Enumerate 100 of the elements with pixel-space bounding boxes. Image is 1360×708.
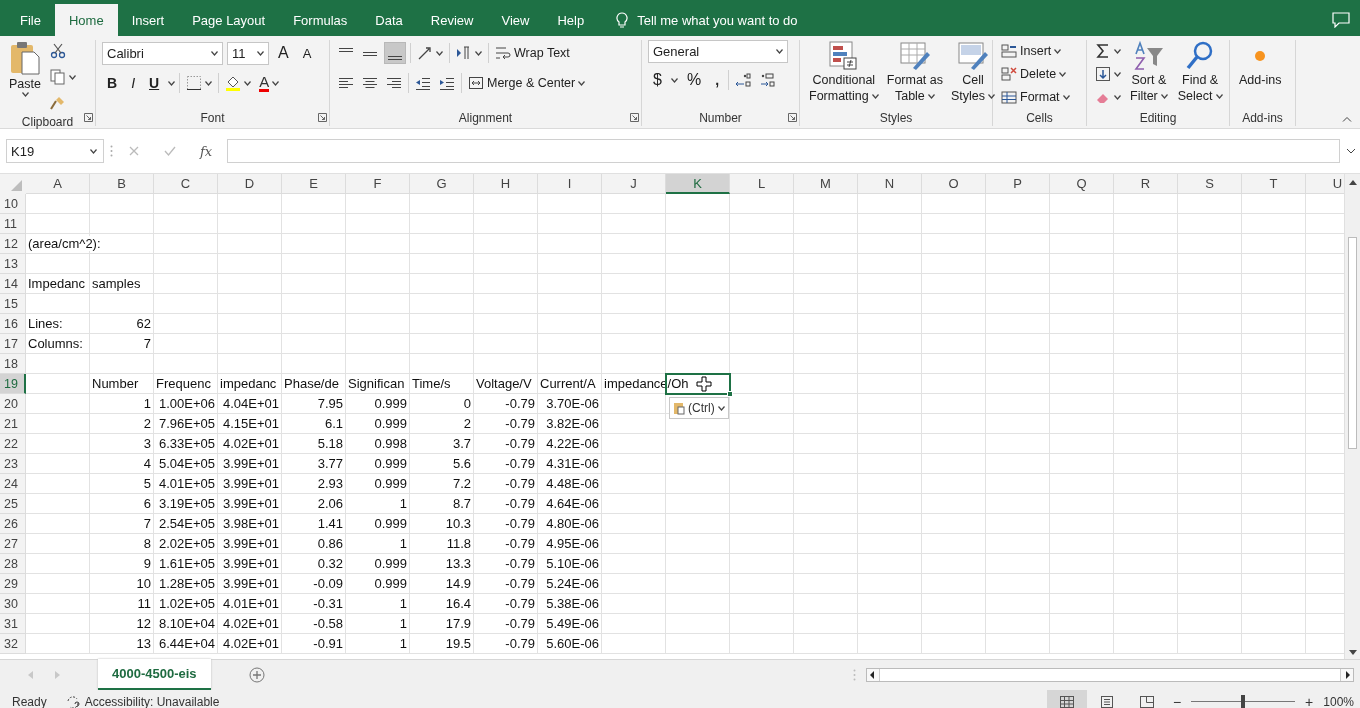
delete-cells-button[interactable]: Delete [999, 63, 1072, 85]
name-box[interactable]: K19 [6, 139, 104, 163]
cell-value[interactable]: 3.98E+01 [222, 516, 279, 531]
cell-value[interactable]: 0.999 [374, 456, 407, 471]
column-header[interactable]: F [346, 174, 410, 194]
font-name-dropdown[interactable]: Calibri [102, 41, 223, 65]
caret-icon[interactable] [1062, 94, 1070, 100]
accessibility-icon[interactable] [64, 694, 81, 708]
merge-cells-icon[interactable] [468, 75, 484, 91]
caret-icon[interactable] [927, 93, 935, 99]
cell-value[interactable]: 3.99E+01 [222, 556, 279, 571]
cell-value[interactable]: -0.79 [505, 516, 535, 531]
cell-value[interactable]: 1.28E+05 [158, 576, 215, 591]
wrap-text-icon[interactable] [495, 45, 511, 61]
comma-style-button[interactable]: , [710, 72, 725, 88]
caret-icon[interactable] [1114, 71, 1121, 77]
cell-value[interactable]: (area/cm^2): [28, 236, 101, 251]
caret-icon[interactable] [670, 77, 678, 83]
cell-value[interactable]: 1.00E+06 [158, 396, 215, 411]
cell-value[interactable]: 5.60E-06 [546, 636, 599, 651]
row-header[interactable]: 22 [0, 434, 26, 454]
row-header[interactable]: 32 [0, 634, 26, 654]
caret-icon[interactable] [1160, 93, 1168, 99]
dialog-launcher-icon[interactable] [318, 113, 327, 122]
comment-icon[interactable] [1332, 12, 1350, 28]
cell-value[interactable]: 16.4 [445, 596, 471, 611]
row-header[interactable]: 19 [0, 374, 26, 394]
row-header[interactable]: 13 [0, 254, 26, 274]
cell-value[interactable]: -0.79 [505, 556, 535, 571]
format-cells-icon[interactable] [1001, 89, 1017, 105]
decrease-font-size-button[interactable]: A [297, 45, 317, 61]
caret-icon[interactable] [272, 80, 280, 86]
merge-center-button[interactable]: Merge & Center [466, 72, 588, 94]
add-ins-button[interactable]: Add-ins [1236, 40, 1285, 88]
column-header[interactable]: N [858, 174, 922, 194]
row-header[interactable]: 31 [0, 614, 26, 634]
column-header[interactable]: B [90, 174, 154, 194]
ribbon-tab[interactable]: File [6, 4, 55, 36]
cell-value[interactable]: 3.99E+01 [222, 576, 279, 591]
cell-value[interactable]: 5.49E-06 [546, 616, 599, 631]
caret-icon[interactable] [244, 80, 252, 86]
cell-value[interactable]: 10 [136, 576, 151, 591]
cell-value[interactable]: 4.48E-06 [546, 476, 599, 491]
cell-value[interactable]: 4.31E-06 [546, 456, 599, 471]
cell-value[interactable]: Significan [348, 376, 405, 391]
caret-icon[interactable] [717, 405, 725, 411]
cell-value[interactable]: -0.79 [505, 576, 535, 591]
cell-value[interactable]: 4.64E-06 [546, 496, 599, 511]
format-as-table-button[interactable]: Format as Table [883, 40, 946, 104]
zoom-in-button[interactable]: + [1299, 693, 1320, 708]
column-header[interactable]: C [154, 174, 218, 194]
ribbon-tab[interactable]: Formulas [279, 4, 362, 36]
cell-value[interactable]: -0.79 [505, 456, 535, 471]
cell-value[interactable]: Impedanc [28, 276, 86, 291]
column-header[interactable]: S [1178, 174, 1242, 194]
paste-button[interactable]: Paste [6, 40, 44, 97]
sigma-icon[interactable] [1095, 43, 1111, 59]
column-header[interactable]: L [730, 174, 794, 194]
cell-value[interactable]: 3.99E+01 [222, 476, 279, 491]
cell-value[interactable]: -0.58 [313, 616, 343, 631]
cell-value[interactable]: 6.33E+05 [158, 436, 215, 451]
row-header[interactable]: 21 [0, 414, 26, 434]
cell-value[interactable]: 14.9 [445, 576, 471, 591]
cell-value[interactable]: 8.7 [452, 496, 471, 511]
cell-value[interactable]: -0.79 [505, 396, 535, 411]
cell-value[interactable]: -0.79 [505, 496, 535, 511]
cell-value[interactable]: Columns: [28, 336, 83, 351]
cell-value[interactable]: 3.99E+01 [222, 496, 279, 511]
cell-value[interactable]: 2 [143, 416, 151, 431]
column-header[interactable]: D [218, 174, 282, 194]
fill-down-icon[interactable] [1095, 66, 1111, 82]
caret-icon[interactable] [1114, 48, 1121, 54]
column-header[interactable]: M [794, 174, 858, 194]
ribbon-tab[interactable]: Data [361, 4, 417, 36]
cell-value[interactable]: -0.79 [505, 436, 535, 451]
cell-value[interactable]: 19.5 [445, 636, 471, 651]
cell-value[interactable]: 7.96E+05 [158, 416, 215, 431]
cell-value[interactable]: 5.04E+05 [158, 456, 215, 471]
cell-value[interactable]: 10.3 [445, 516, 471, 531]
caret-icon[interactable] [205, 80, 213, 86]
column-header[interactable]: H [474, 174, 538, 194]
cell-value[interactable]: 4.01E+05 [158, 476, 215, 491]
cell-value[interactable]: 1 [143, 396, 151, 411]
cell-value[interactable]: 5.24E-06 [546, 576, 599, 591]
cell-value[interactable]: 9 [143, 556, 151, 571]
increase-font-size-button[interactable]: A [273, 44, 294, 62]
cell-value[interactable]: -0.79 [505, 536, 535, 551]
conditional-formatting-button[interactable]: Conditional Formatting [806, 40, 882, 104]
caret-icon[interactable] [211, 50, 218, 56]
paste-options-button[interactable]: (Ctrl) [669, 397, 729, 419]
cell-value[interactable]: 1.02E+05 [158, 596, 215, 611]
row-header[interactable]: 27 [0, 534, 26, 554]
add-sheet-icon[interactable] [248, 667, 265, 683]
row-header[interactable]: 15 [0, 294, 26, 314]
column-header[interactable]: T [1242, 174, 1306, 194]
row-header[interactable]: 11 [0, 214, 26, 234]
ribbon-tab[interactable]: Page Layout [178, 4, 280, 36]
brush-icon[interactable] [50, 95, 66, 111]
cell-value[interactable]: 4.02E+01 [222, 436, 279, 451]
cell-value[interactable]: 1.41 [317, 516, 343, 531]
